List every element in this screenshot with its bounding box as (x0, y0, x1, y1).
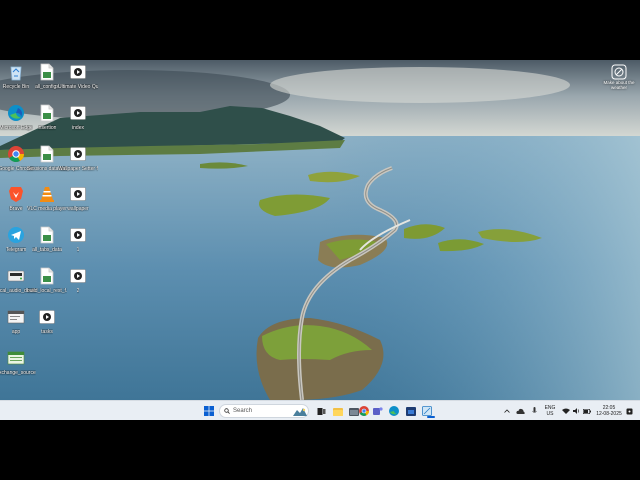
chrome-taskbar-button[interactable] (357, 404, 371, 418)
edge-icon (389, 406, 399, 416)
show-hidden-icons-button[interactable] (503, 404, 511, 418)
weather-widget-label: Make about the weather (603, 80, 635, 90)
language-region: US (546, 411, 554, 417)
teams-button[interactable] (371, 404, 385, 418)
vlc-icon (37, 184, 57, 204)
desktop-icon-label: tasks (41, 329, 53, 335)
notification-bell-icon (626, 408, 632, 414)
taskbar: Search ENG US 22:05 12-08-2025 (0, 400, 640, 420)
store-icon (406, 407, 416, 416)
recycle-bin-icon (6, 62, 26, 82)
desktop-icon-19[interactable]: tasks (27, 307, 67, 335)
clock[interactable]: 22:05 12-08-2025 (594, 404, 624, 418)
chrome-icon (6, 144, 26, 164)
desktop-icon-5[interactable]: index (58, 103, 98, 131)
desktop-icon-14[interactable]: 1 (58, 225, 98, 253)
language-indicator[interactable]: ENG US (542, 404, 558, 418)
video-icon (68, 144, 88, 164)
speaker-icon (572, 408, 579, 414)
battery-icon (582, 408, 591, 414)
desktop-icon-17[interactable]: 2 (58, 266, 98, 294)
file-icon (37, 62, 57, 82)
file-icon (37, 266, 57, 286)
file-icon (37, 103, 57, 123)
weather-widget[interactable]: Make about the weather (602, 64, 636, 90)
snipping-icon (422, 406, 432, 416)
desktop-icon-label: all_configs (35, 84, 59, 90)
active-app-indicator (427, 416, 435, 418)
search-icon (224, 408, 230, 414)
desktop-screen: Recycle Bin all_configsUltimate Video Qu.… (0, 60, 640, 420)
telegram-icon (6, 225, 26, 245)
desktop-icon-label: index (72, 125, 84, 131)
video-icon (68, 225, 88, 245)
chevron-up-icon (504, 409, 510, 413)
windows-logo-icon (204, 406, 214, 416)
wifi-icon (561, 408, 570, 414)
desktop-icon-label: insertion (37, 125, 57, 131)
file-explorer-button[interactable] (331, 404, 345, 418)
video-icon (68, 103, 88, 123)
desktop-icon-label: Telegram (5, 247, 27, 253)
desktop-icon-11[interactable]: wallpaper (58, 184, 98, 212)
video-icon (37, 307, 57, 327)
video-icon (68, 266, 88, 286)
sheet-icon (6, 348, 26, 368)
desktop-icon-label: 1 (76, 247, 80, 253)
video-icon (68, 184, 88, 204)
file-explorer-icon (333, 407, 343, 416)
file-icon (37, 225, 57, 245)
store-button[interactable] (404, 404, 418, 418)
quick-settings-button[interactable] (561, 404, 591, 418)
desktop-icon-label: Brave (9, 206, 23, 212)
desktop-icon-label: wallpaper (67, 206, 89, 212)
terminal-icon (6, 307, 26, 327)
video-icon (68, 62, 88, 82)
weather-widget-icon (611, 64, 627, 80)
notifications-button[interactable] (625, 404, 633, 418)
brave-icon (6, 184, 26, 204)
clock-date: 12-08-2025 (596, 411, 622, 417)
desktop-icon-8[interactable]: Wallpaper Setter fo... (58, 144, 98, 172)
desktop-icon-label: app (11, 329, 21, 335)
desktop-icon-label: 2 (76, 288, 80, 294)
desktop-icon-20[interactable]: exchange_source (0, 348, 36, 376)
desktop-icon-label: Recycle Bin (2, 84, 30, 90)
onedrive-tray-button[interactable] (515, 404, 525, 418)
desktop-icon-label: Wallpaper Setter fo... (58, 166, 98, 172)
search-placeholder: Search (233, 408, 253, 414)
edge-taskbar-button[interactable] (387, 404, 401, 418)
task-view-icon (317, 407, 325, 415)
search-highlight-icon (293, 407, 307, 416)
chrome-icon (359, 406, 369, 416)
file-icon (37, 144, 57, 164)
microphone-icon (531, 407, 537, 413)
desktop-icon-2[interactable]: Ultimate Video Qu... (58, 62, 98, 90)
device-icon (6, 266, 26, 286)
desktop-icon-label: exchange_source (0, 370, 36, 376)
teams-icon (373, 407, 383, 415)
cloud-icon (515, 408, 525, 414)
edge-icon (6, 103, 26, 123)
desktop-icon-label: Ultimate Video Qu... (58, 84, 98, 90)
start-button[interactable] (203, 404, 215, 418)
microphone-tray-button[interactable] (530, 404, 538, 418)
task-view-button[interactable] (314, 404, 328, 418)
search-input[interactable]: Search (219, 404, 309, 418)
